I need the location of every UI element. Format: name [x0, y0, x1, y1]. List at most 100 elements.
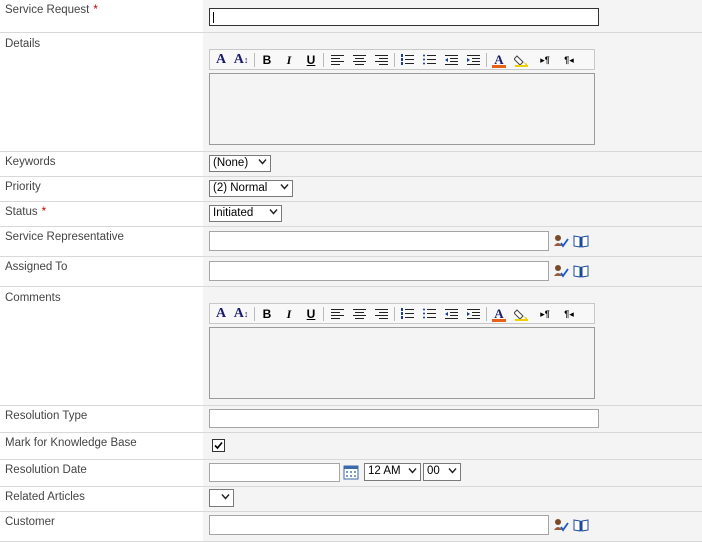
left-to-right-icon[interactable]: ▸¶ [536, 306, 554, 322]
field-resolution-type [203, 406, 702, 432]
dropdown-arrow-icon [269, 209, 278, 215]
bold-button[interactable]: B [258, 306, 276, 322]
keywords-select[interactable]: (None) [209, 155, 271, 172]
calendar-icon[interactable] [343, 465, 359, 480]
align-right-icon[interactable] [372, 306, 390, 322]
checkmark-icon [214, 441, 223, 450]
resolution-type-input[interactable] [209, 409, 599, 428]
toolbar-separator [254, 307, 255, 321]
label-service-request: Service Request * [0, 0, 203, 32]
right-to-left-icon[interactable]: ¶◂ [560, 52, 578, 68]
dropdown-arrow-icon [221, 494, 230, 500]
browse-address-book-icon[interactable] [573, 518, 589, 532]
decrease-indent-icon[interactable] [442, 306, 460, 322]
field-assigned-to [203, 257, 702, 286]
row-assigned-to: Assigned To [0, 257, 702, 287]
mark-for-kb-checkbox[interactable] [212, 439, 225, 452]
toolbar-separator [254, 53, 255, 67]
field-status: Initiated [203, 202, 702, 226]
align-left-icon[interactable] [328, 52, 346, 68]
row-mark-for-kb: Mark for Knowledge Base [0, 433, 702, 460]
font-size-button[interactable]: A↕ [232, 306, 250, 322]
font-size-button[interactable]: A↕ [232, 52, 250, 68]
label-resolution-type: Resolution Type [0, 406, 203, 432]
row-related-articles: Related Articles [0, 487, 702, 512]
label-keywords: Keywords [0, 152, 203, 176]
related-articles-select[interactable] [209, 489, 234, 507]
label-resolution-date: Resolution Date [0, 460, 203, 486]
left-to-right-icon[interactable]: ▸¶ [536, 52, 554, 68]
row-status: Status * Initiated [0, 202, 702, 227]
rte-toolbar: A A↕ B I U A ▸¶ ¶◂ [209, 49, 595, 70]
check-names-icon[interactable] [553, 518, 569, 532]
row-details: Details A A↕ B I U A ▸¶ ¶◂ [0, 33, 702, 152]
numbered-list-icon[interactable] [398, 52, 416, 68]
row-priority: Priority (2) Normal [0, 177, 702, 202]
required-mark: * [41, 206, 47, 218]
service-request-input[interactable] [209, 8, 599, 26]
label-related-articles: Related Articles [0, 487, 203, 511]
font-button[interactable]: A [212, 52, 230, 68]
comments-text-area[interactable] [209, 327, 595, 399]
underline-button[interactable]: U [302, 52, 320, 68]
italic-button[interactable]: I [280, 306, 298, 322]
assigned-to-input[interactable] [209, 261, 549, 281]
highlight-color-icon[interactable] [512, 52, 530, 68]
dropdown-arrow-icon [258, 159, 267, 165]
row-keywords: Keywords (None) [0, 152, 702, 177]
dropdown-arrow-icon [280, 184, 289, 190]
align-center-icon[interactable] [350, 306, 368, 322]
numbered-list-icon[interactable] [398, 306, 416, 322]
resolution-minute-select[interactable]: 00 [423, 463, 461, 481]
service-representative-input[interactable] [209, 231, 549, 251]
rte-toolbar: A A↕ B I U A ▸¶ ¶◂ [209, 303, 595, 324]
bold-button[interactable]: B [258, 52, 276, 68]
customer-input[interactable] [209, 515, 549, 535]
priority-select[interactable]: (2) Normal [209, 180, 293, 197]
align-right-icon[interactable] [372, 52, 390, 68]
bulleted-list-icon[interactable] [420, 306, 438, 322]
align-center-icon[interactable] [350, 52, 368, 68]
highlight-color-icon[interactable] [512, 306, 530, 322]
browse-address-book-icon[interactable] [573, 234, 589, 248]
check-names-icon[interactable] [553, 234, 569, 248]
label-mark-for-kb: Mark for Knowledge Base [0, 433, 203, 459]
italic-button[interactable]: I [280, 52, 298, 68]
field-service-representative [203, 227, 702, 256]
label-customer: Customer [0, 512, 203, 541]
align-left-icon[interactable] [328, 306, 346, 322]
field-priority: (2) Normal [203, 177, 702, 201]
right-to-left-icon[interactable]: ¶◂ [560, 306, 578, 322]
toolbar-separator [323, 53, 324, 67]
font-color-icon[interactable]: A [490, 306, 508, 322]
field-customer [203, 512, 702, 541]
row-comments: Comments A A↕ B I U A ▸¶ ¶◂ [0, 287, 702, 406]
toolbar-separator [486, 53, 487, 67]
resolution-hour-select[interactable]: 12 AM [364, 463, 421, 481]
bulleted-list-icon[interactable] [420, 52, 438, 68]
decrease-indent-icon[interactable] [442, 52, 460, 68]
status-select[interactable]: Initiated [209, 205, 282, 222]
label-details: Details [0, 33, 203, 151]
dropdown-arrow-icon [448, 468, 457, 474]
label-assigned-to: Assigned To [0, 257, 203, 286]
browse-address-book-icon[interactable] [573, 264, 589, 278]
toolbar-separator [394, 307, 395, 321]
required-mark: * [93, 4, 98, 16]
field-comments: A A↕ B I U A ▸¶ ¶◂ [203, 287, 702, 405]
increase-indent-icon[interactable] [464, 306, 482, 322]
row-service-request: Service Request * [0, 0, 702, 33]
text-caret [213, 12, 214, 23]
details-text-area[interactable] [209, 73, 595, 145]
font-color-icon[interactable]: A [490, 52, 508, 68]
increase-indent-icon[interactable] [464, 52, 482, 68]
row-customer: Customer [0, 512, 702, 542]
field-details: A A↕ B I U A ▸¶ ¶◂ [203, 33, 702, 151]
check-names-icon[interactable] [553, 264, 569, 278]
dropdown-arrow-icon [408, 468, 417, 474]
label-comments: Comments [0, 287, 203, 405]
font-button[interactable]: A [212, 306, 230, 322]
resolution-date-input[interactable] [209, 463, 340, 482]
underline-button[interactable]: U [302, 306, 320, 322]
toolbar-separator [323, 307, 324, 321]
